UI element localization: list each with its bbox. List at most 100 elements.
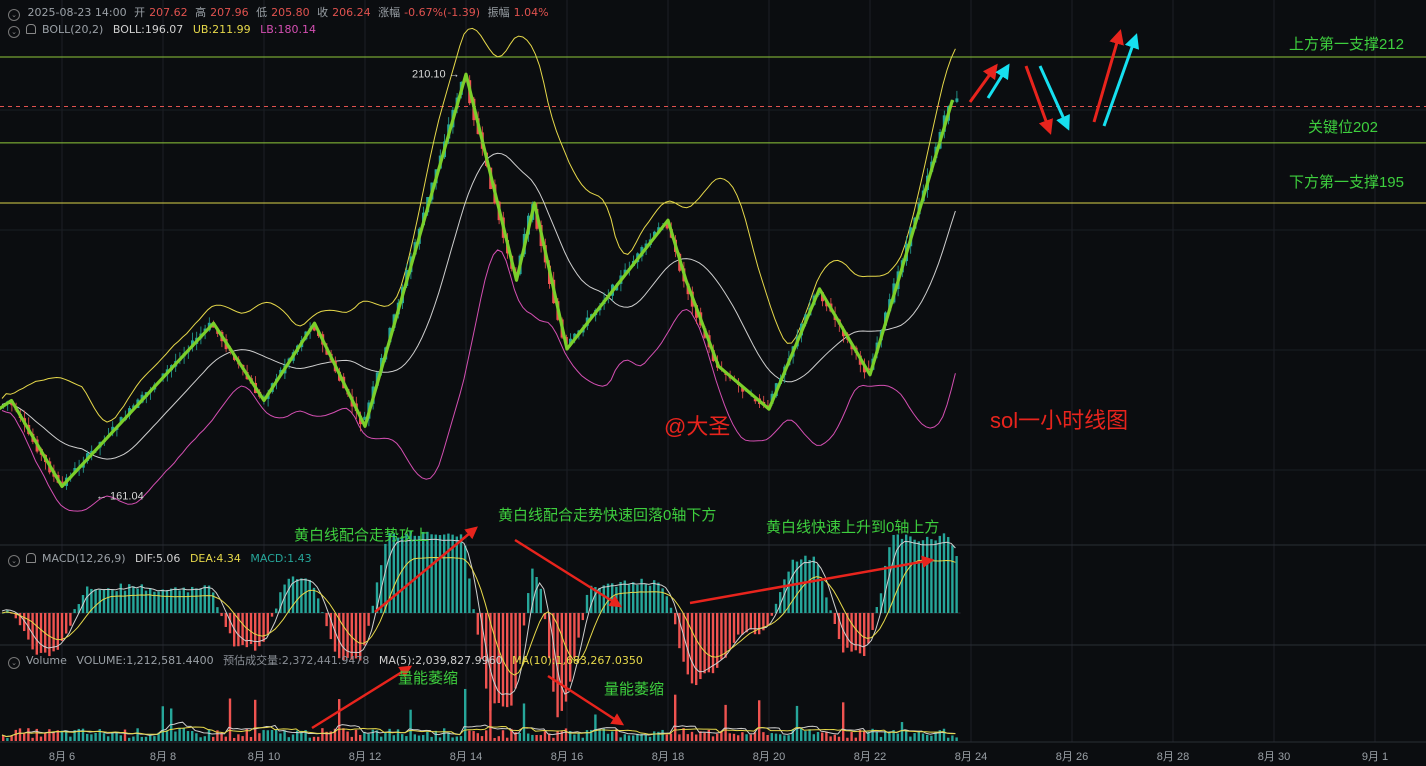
volume-bar [627,735,631,741]
volume-bar [707,729,710,741]
volume-bar [648,736,652,741]
volume-bar [405,736,408,741]
volume-bar [161,706,164,741]
volume-bar [279,733,282,741]
collapse-icon[interactable]: ⌄ [8,555,20,567]
macd-hist-bar [413,535,416,613]
change-label: 涨幅 [378,6,401,19]
macd-hist-bar [674,613,677,625]
macd-hist-bar [119,583,122,613]
volume-bar [602,728,605,741]
volume-bar [182,728,185,741]
macd-hist-bar [52,613,55,652]
ohlc-header: ⌄ 2025-08-23 14:00 开 207.62 高 207.96 低 205.… [8,4,553,21]
macd-hist-bar [900,538,904,613]
volume-bar [149,734,152,741]
close-value: 206.24 [332,6,371,19]
volume-bar [422,735,425,741]
volume-bar [14,729,17,741]
volume-bar [905,729,908,741]
volume-bar [350,736,353,741]
collapse-icon[interactable]: ⌄ [8,9,20,21]
x-tick-label: 8月 20 [753,751,785,763]
macd-hist-bar [220,613,223,617]
volume-bar [770,733,773,741]
macd-hist-bar [829,610,832,613]
volume-bar [921,733,925,741]
volume-ma10: MA(10):1,683,267.0350 [512,654,643,667]
volume-bar [317,736,320,741]
volume-bar [724,704,727,741]
volume-bar [18,728,22,741]
boll-lower-band [1,249,956,512]
volume-annotation: 量能萎缩 [604,681,664,698]
volume-bar [396,729,400,741]
volume-bar [917,731,920,741]
macd-hist-bar [585,594,589,613]
macd-hist-bar [443,534,446,613]
volume-bar [745,734,748,741]
x-tick-label: 8月 28 [1157,751,1189,763]
macd-hist-bar [577,613,580,638]
volume-bar [821,732,824,741]
volume-bar [254,699,257,741]
x-tick-label: 8月 16 [551,751,583,763]
volume-bar [632,735,635,741]
macd-hist-bar [165,590,169,613]
volume-bar [409,709,412,741]
macd-hist-bar [737,613,740,635]
volume-bar [762,732,765,741]
x-tick-label: 8月 10 [248,751,280,763]
volume-bar [913,733,916,741]
macd-hist-bar [665,596,668,613]
macd-hist-bar [800,559,803,613]
macd-hist-bar [170,588,173,613]
volume-bar [942,728,946,741]
volume-bar [653,731,656,741]
volume-bar [186,730,190,741]
macd-hist-bar [527,593,530,613]
volume-bar [266,730,269,741]
macd-hist-bar [468,578,471,613]
macd-hist-bar [636,584,639,613]
macd-hist-bar [644,584,647,613]
volume-bar [947,737,950,741]
volume-bar [338,699,341,741]
boll-upper-band [1,27,956,423]
macd-hist-bar [178,590,181,613]
amplitude-label: 振幅 [487,6,510,19]
alert-bell-icon[interactable] [26,553,36,563]
volume-bar [896,733,899,741]
volume-bar [321,728,324,741]
volume-bar [132,736,135,741]
volume-bar [800,728,803,741]
macd-hist-bar [934,540,937,613]
collapse-icon[interactable]: ⌄ [8,26,20,38]
macd-hist-bar [758,613,761,635]
volume-bar [359,734,362,741]
volume-legend: ⌄ Volume VOLUME:1,212,581.4400 预估成交量:2,37… [8,652,649,669]
macd-hist-bar [909,536,912,613]
macd-hist-bar [619,582,622,613]
volume-bar [842,702,845,741]
collapse-icon[interactable]: ⌄ [8,657,20,669]
volume-bar [136,728,139,741]
volume-bar [955,737,958,741]
macd-hist-bar [430,534,433,613]
volume-bar [426,731,429,741]
macd-hist-bar [732,613,736,643]
volume-bar [854,737,857,741]
macd-hist-bar [73,609,76,613]
open-label: 开 [134,6,146,19]
macd-hist-bar [653,580,656,613]
macd-hist-bar [203,585,206,613]
price-levels: 上方第一支撑212 关键位202 下方第一支撑195 [0,35,1426,204]
forecast-up-arrow [1102,33,1140,127]
macd-hist-bar [623,580,626,613]
macd-hist-bar [144,590,148,613]
volume-bar [678,734,681,741]
macd-hist-bar [695,613,698,686]
level-label: 下方第一支撑195 [1289,173,1404,191]
alert-bell-icon[interactable] [26,24,36,34]
macd-hist-bar [39,613,43,653]
